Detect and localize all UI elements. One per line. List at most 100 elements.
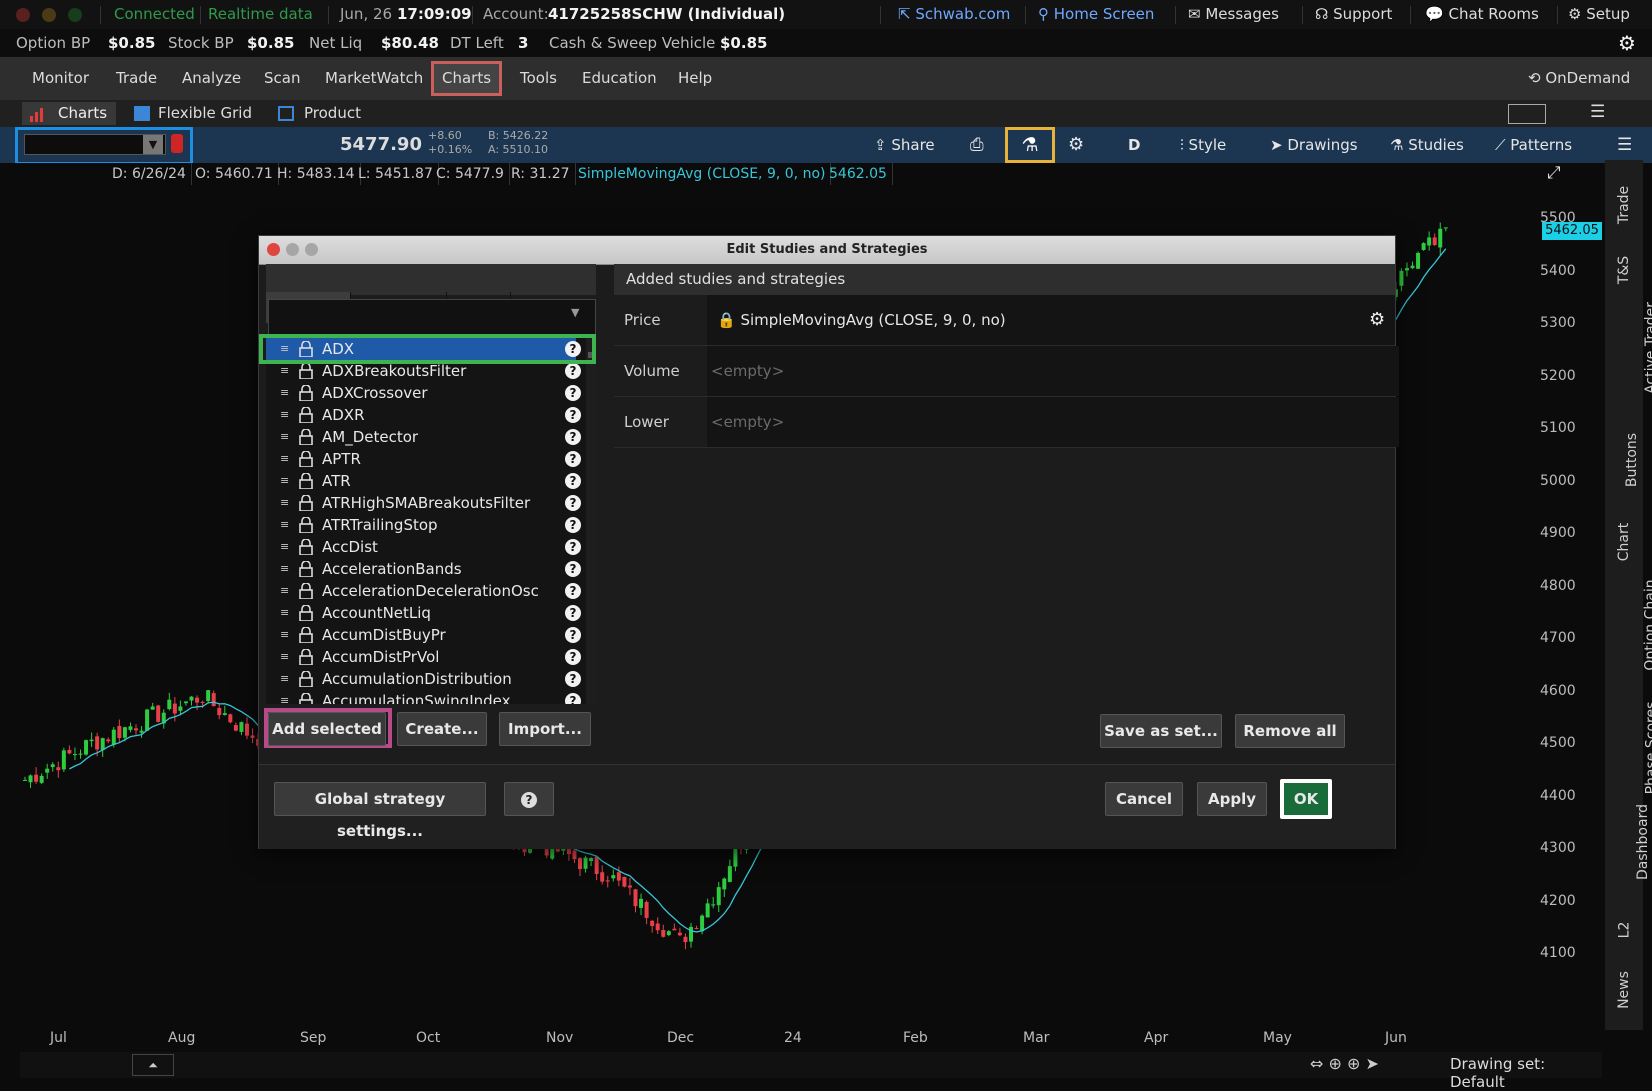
volume-study-slot[interactable]: <empty> (707, 346, 1399, 396)
home-screen-link[interactable]: ⚲ Home Screen (1038, 0, 1154, 29)
side-tab[interactable]: Active Trader (1605, 302, 1652, 394)
drag-handle-icon[interactable]: ≡ (280, 470, 289, 492)
drag-handle-icon[interactable]: ≡ (280, 360, 289, 382)
study-list-item[interactable]: ≡ ATRHighSMABreakoutsFilter? (266, 492, 581, 514)
study-info-icon[interactable]: ? (565, 561, 581, 577)
study-info-icon[interactable]: ? (565, 473, 581, 489)
study-info-icon[interactable]: ? (565, 451, 581, 467)
side-tab[interactable]: Trade (1605, 186, 1643, 235)
study-list-item[interactable]: ≡ ADXBreakoutsFilter? (266, 360, 581, 382)
studies-button[interactable]: ⚗ Studies (1390, 127, 1464, 163)
setup-button[interactable]: ⚙ Setup (1568, 0, 1630, 29)
dialog-close-icon[interactable] (267, 243, 280, 256)
drag-handle-icon[interactable]: ≡ (280, 646, 289, 668)
menu-charts[interactable]: Charts (431, 61, 503, 96)
study-list-item[interactable]: ≡ AccumulationSwingIndex? (266, 690, 581, 704)
collapse-panel-icon[interactable]: ⏶ (132, 1054, 174, 1076)
study-info-icon[interactable]: ? (565, 693, 581, 704)
study-list-item[interactable]: ≡ ADXCrossover? (266, 382, 581, 404)
side-tab[interactable]: Buttons (1605, 433, 1643, 490)
study-list-item[interactable]: ≡ AccumDistPrVol? (266, 646, 581, 668)
drawing-set-label[interactable]: Drawing set: Default (1450, 1055, 1602, 1091)
side-tab[interactable]: L2 (1605, 920, 1643, 960)
menu-marketwatch[interactable]: MarketWatch (317, 64, 431, 93)
study-info-icon[interactable]: ? (565, 385, 581, 401)
side-tab[interactable]: News (1605, 971, 1643, 1020)
side-tab[interactable]: Option Chain (1605, 579, 1652, 670)
cancel-button[interactable]: Cancel (1105, 782, 1183, 816)
side-tab[interactable]: Phase Scores (1605, 702, 1652, 795)
menu-trade[interactable]: Trade (108, 64, 165, 93)
subtab-charts[interactable]: Charts (22, 102, 116, 125)
study-list-item[interactable]: ≡ AccelerationBands? (266, 558, 581, 580)
list-menu-icon[interactable]: ☰ (1590, 102, 1605, 122)
global-strategy-settings-button[interactable]: Global strategy settings... (274, 782, 486, 840)
menu-analyze[interactable]: Analyze (174, 64, 249, 93)
share-button[interactable]: ⇪ Share (874, 127, 935, 163)
study-list-item[interactable]: ≡ ATR? (266, 470, 581, 492)
study-list-item[interactable]: ≡ AccDist? (266, 536, 581, 558)
create-button[interactable]: Create... (397, 712, 487, 746)
save-as-set-button[interactable]: Save as set... (1100, 714, 1222, 748)
zoom-tools-icon[interactable]: ⇔ ⊕ ⊕ ➤ (1310, 1054, 1379, 1073)
study-list-item[interactable]: ≡ ADX? (266, 338, 581, 360)
symbol-input[interactable]: ▼ (24, 134, 166, 155)
study-info-icon[interactable]: ? (565, 407, 581, 423)
drag-handle-icon[interactable]: ≡ (280, 404, 289, 426)
messages-button[interactable]: ✉ Messages (1188, 0, 1279, 29)
drawings-button[interactable]: ➤ Drawings (1270, 127, 1358, 163)
style-button[interactable]: ⫶ Style (1180, 127, 1226, 163)
drag-handle-icon[interactable]: ≡ (280, 492, 289, 514)
drag-handle-icon[interactable]: ≡ (280, 580, 289, 602)
menu-education[interactable]: Education (574, 64, 665, 93)
drag-handle-icon[interactable]: ≡ (280, 448, 289, 470)
layout-icon[interactable] (1508, 104, 1546, 124)
close-window-icon[interactable] (16, 8, 30, 22)
edit-studies-flask-icon[interactable]: ⚗ (1005, 127, 1055, 163)
balance-settings-icon[interactable]: ⚙ (1618, 29, 1636, 57)
side-tab[interactable]: Dashboard (1605, 804, 1651, 880)
drag-handle-icon[interactable]: ≡ (280, 338, 289, 360)
menu-tools[interactable]: Tools (512, 64, 565, 93)
subtab-product-depth[interactable]: Product Depth (270, 102, 410, 145)
import-button[interactable]: Import... (499, 712, 591, 746)
patterns-button[interactable]: ⟋ Patterns (1495, 127, 1572, 163)
drag-handle-icon[interactable]: ≡ (280, 602, 289, 624)
chart-settings-gear-icon[interactable]: ⚙ (1068, 127, 1084, 163)
help-button[interactable]: ? (504, 782, 554, 816)
schwab-link[interactable]: ⇱ Schwab.com (898, 0, 1010, 29)
support-button[interactable]: ☊ Support (1315, 0, 1392, 29)
maximize-window-icon[interactable] (68, 8, 82, 22)
account-selector[interactable]: 41725258SCHW (Individual) (548, 0, 785, 29)
price-study-slot[interactable]: 🔒 SimpleMovingAvg (CLOSE, 9, 0, no) ⚙ (707, 295, 1395, 345)
minimize-window-icon[interactable] (42, 8, 56, 22)
chevron-down-icon[interactable]: ▼ (143, 135, 163, 154)
dialog-maximize-icon[interactable] (305, 243, 318, 256)
drag-handle-icon[interactable]: ≡ (280, 558, 289, 580)
study-list-item[interactable]: ≡ AccountNetLiq? (266, 602, 581, 624)
ondemand-button[interactable]: ⟲ OnDemand (1520, 64, 1638, 93)
study-list-item[interactable]: ≡ ATRTrailingStop? (266, 514, 581, 536)
menu-monitor[interactable]: Monitor (24, 64, 97, 93)
chart-expand-icon[interactable]: ⤢ (1547, 163, 1561, 183)
drag-handle-icon[interactable]: ≡ (280, 690, 289, 704)
side-tab[interactable]: Chart (1605, 523, 1643, 572)
study-info-icon[interactable]: ? (565, 429, 581, 445)
subtab-flexible-grid[interactable]: Flexible Grid (126, 102, 256, 125)
add-selected-button[interactable]: Add selected (268, 712, 386, 746)
apply-button[interactable]: Apply (1197, 782, 1267, 816)
study-info-icon[interactable]: ? (565, 627, 581, 643)
study-info-icon[interactable]: ? (565, 363, 581, 379)
drag-handle-icon[interactable]: ≡ (280, 536, 289, 558)
study-list-item[interactable]: ≡ APTR? (266, 448, 581, 470)
study-list-item[interactable]: ≡ AccumDistBuyPr? (266, 624, 581, 646)
study-list-item[interactable]: ≡ AccelerationDecelerationOsc? (266, 580, 581, 602)
drag-handle-icon[interactable]: ≡ (280, 382, 289, 404)
chevron-down-icon[interactable]: ▼ (571, 306, 579, 319)
chat-rooms-button[interactable]: 💬 Chat Rooms (1425, 0, 1539, 29)
study-list-item[interactable]: ≡ AM_Detector? (266, 426, 581, 448)
drag-handle-icon[interactable]: ≡ (280, 624, 289, 646)
study-info-icon[interactable]: ? (565, 517, 581, 533)
aggregation-selector[interactable]: D (1128, 127, 1140, 163)
dialog-minimize-icon[interactable] (286, 243, 299, 256)
